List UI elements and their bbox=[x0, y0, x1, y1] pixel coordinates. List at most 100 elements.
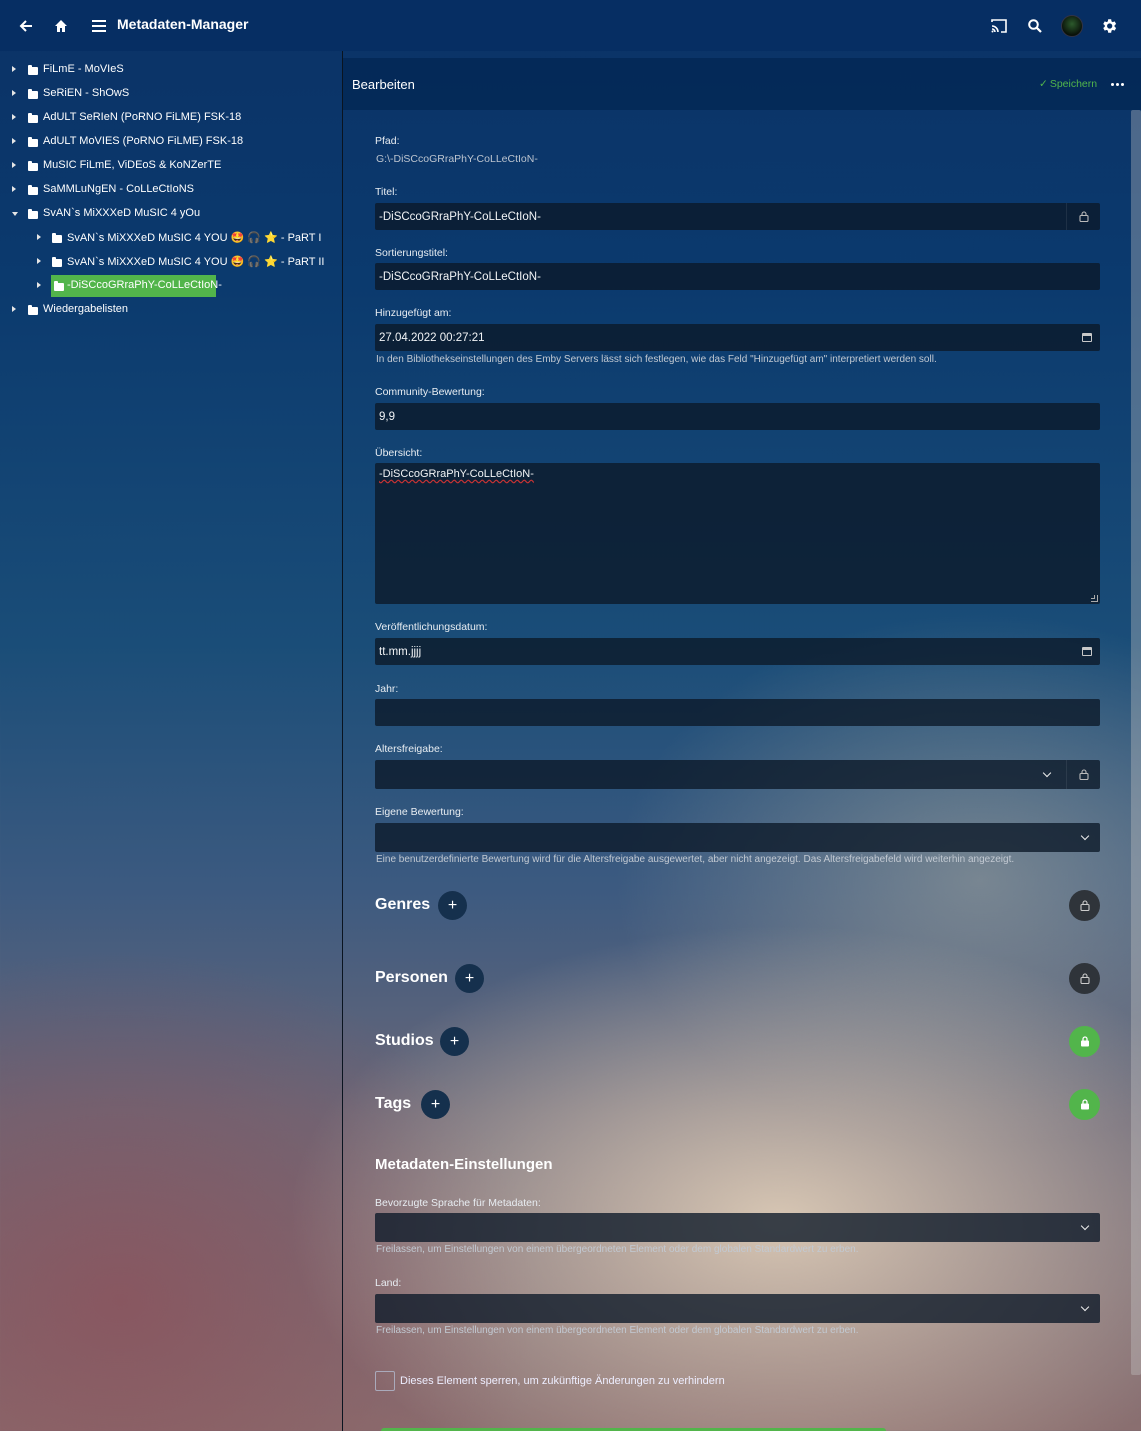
save-button[interactable]: ✓ Speichern bbox=[1039, 78, 1097, 90]
folder-icon bbox=[28, 65, 38, 75]
folder-icon bbox=[28, 89, 38, 99]
overview-textarea[interactable]: -DiSCcoGRraPhY-CoLLeCtIoN- bbox=[375, 463, 1100, 604]
parental-rating-select[interactable] bbox=[375, 760, 1100, 789]
tree-item-series[interactable]: SeRiEN - ShOwS bbox=[0, 83, 340, 105]
home-icon[interactable] bbox=[43, 8, 79, 44]
expand-arrow-icon[interactable] bbox=[37, 258, 41, 264]
custom-rating-hint: Eine benutzerdefinierte Bewertung wird f… bbox=[376, 854, 1015, 865]
folder-icon bbox=[52, 257, 62, 267]
tags-title: Tags bbox=[375, 1095, 412, 1112]
tree-item-discography[interactable]: -DiSCcoGRraPhY-CoLLeCtIoN- bbox=[0, 275, 340, 297]
community-rating-input[interactable]: 9,9 bbox=[375, 403, 1100, 430]
cast-icon[interactable] bbox=[981, 8, 1017, 44]
folder-icon bbox=[28, 137, 38, 147]
expand-arrow-icon[interactable] bbox=[12, 114, 16, 120]
lock-item-checkbox[interactable] bbox=[375, 1371, 395, 1391]
overview-label: Übersicht: bbox=[375, 447, 423, 459]
language-select[interactable] bbox=[375, 1213, 1100, 1242]
folder-icon bbox=[28, 305, 38, 315]
lock-closed-icon bbox=[1080, 1099, 1089, 1110]
lock-open-icon bbox=[1079, 900, 1090, 911]
lock-open-icon bbox=[1078, 769, 1089, 780]
expand-arrow-icon[interactable] bbox=[12, 306, 16, 312]
search-icon[interactable] bbox=[1017, 8, 1053, 44]
chevron-down-icon bbox=[1080, 1221, 1090, 1230]
app-title: Metadaten-Manager bbox=[117, 16, 249, 32]
date-added-input[interactable]: 27.04.2022 00:27:21 bbox=[375, 324, 1100, 351]
people-title: Personen bbox=[375, 969, 448, 986]
metadata-settings-heading: Metadaten-Einstellungen bbox=[375, 1156, 553, 1173]
menu-icon[interactable] bbox=[81, 8, 117, 44]
more-options-icon[interactable] bbox=[1109, 74, 1125, 94]
arrow-back-icon[interactable] bbox=[8, 8, 44, 44]
date-added-label: Hinzugefügt am: bbox=[375, 307, 452, 319]
tree-item-collections[interactable]: SaMMLuNgEN - CoLLeCtIoNS bbox=[0, 179, 340, 201]
studios-lock-button[interactable] bbox=[1069, 1026, 1100, 1057]
save-button-label: Speichern bbox=[1049, 78, 1098, 90]
language-hint: Freilassen, um Einstellungen von einem ü… bbox=[376, 1244, 859, 1255]
sort-title-input[interactable]: -DiSCcoGRraPhY-CoLLeCtIoN- bbox=[375, 263, 1100, 290]
folder-icon bbox=[28, 209, 38, 219]
gear-icon[interactable] bbox=[1091, 8, 1127, 44]
people-lock-button[interactable] bbox=[1069, 963, 1100, 994]
studios-title: Studios bbox=[375, 1032, 434, 1049]
tree-item-mixed-music-part-2[interactable]: SvAN`s MiXXXeD MuSIC 4 YOU 🤩 🎧 ⭐ - PaRT … bbox=[0, 251, 340, 273]
country-hint: Freilassen, um Einstellungen von einem ü… bbox=[376, 1325, 859, 1336]
expand-arrow-icon[interactable] bbox=[12, 66, 16, 72]
top-bar: Metadaten-Manager bbox=[0, 0, 1141, 51]
tags-lock-button[interactable] bbox=[1069, 1089, 1100, 1120]
user-avatar[interactable] bbox=[1054, 8, 1090, 44]
expand-arrow-icon[interactable] bbox=[37, 234, 41, 240]
sort-title-label: Sortierungstitel: bbox=[375, 247, 448, 259]
folder-icon bbox=[28, 185, 38, 195]
folder-icon bbox=[28, 161, 38, 171]
tree-item-movies[interactable]: FiLmE - MoVIeS bbox=[0, 59, 340, 81]
collapse-arrow-icon[interactable] bbox=[12, 212, 18, 216]
lock-open-icon bbox=[1079, 973, 1090, 984]
expand-arrow-icon[interactable] bbox=[37, 282, 41, 288]
tree-item-adult-movies[interactable]: AdULT MoVIES (PoRNO FiLME) FSK-18 bbox=[0, 131, 340, 153]
expand-arrow-icon[interactable] bbox=[12, 138, 16, 144]
expand-arrow-icon[interactable] bbox=[12, 186, 16, 192]
add-tag-button[interactable]: + bbox=[421, 1090, 450, 1119]
tree-item-mixed-music[interactable]: SvAN`s MiXXXeD MuSIC 4 yOu bbox=[0, 203, 340, 225]
release-date-input[interactable]: tt.mm.jjjj bbox=[375, 638, 1100, 665]
check-icon: ✓ bbox=[1039, 78, 1048, 90]
genres-lock-button[interactable] bbox=[1069, 890, 1100, 921]
add-person-button[interactable]: + bbox=[455, 964, 484, 993]
expand-arrow-icon[interactable] bbox=[12, 90, 16, 96]
country-select[interactable] bbox=[375, 1294, 1100, 1323]
folder-icon bbox=[28, 113, 38, 123]
avatar bbox=[1061, 15, 1083, 37]
chevron-down-icon bbox=[1042, 768, 1052, 777]
lock-open-icon bbox=[1078, 211, 1089, 222]
lock-item-label: Dieses Element sperren, um zukünftige Än… bbox=[400, 1375, 725, 1387]
community-rating-label: Community-Bewertung: bbox=[375, 386, 485, 398]
custom-rating-select[interactable] bbox=[375, 823, 1100, 852]
expand-arrow-icon[interactable] bbox=[12, 162, 16, 168]
tree-item-music[interactable]: MuSIC FiLmE, ViDEoS & KoNZerTE bbox=[0, 155, 340, 177]
panel-divider bbox=[342, 51, 343, 1431]
title-input[interactable]: -DiSCcoGRraPhY-CoLLeCtIoN- bbox=[375, 203, 1100, 230]
path-value: G:\-DiSCcoGRraPhY-CoLLeCtIoN- bbox=[376, 153, 538, 165]
chevron-down-icon bbox=[1080, 1302, 1090, 1311]
tree-item-playlists[interactable]: Wiedergabelisten bbox=[0, 299, 340, 321]
calendar-icon[interactable] bbox=[1082, 333, 1092, 342]
panel-title: Bearbeiten bbox=[352, 77, 415, 92]
add-genre-button[interactable]: + bbox=[438, 891, 467, 920]
tree-item-adult-series[interactable]: AdULT SeRIeN (PoRNO FiLME) FSK-18 bbox=[0, 107, 340, 129]
folder-icon bbox=[52, 233, 62, 243]
resize-handle[interactable] bbox=[1091, 595, 1098, 602]
add-studio-button[interactable]: + bbox=[440, 1027, 469, 1056]
tree-item-mixed-music-part-1[interactable]: SvAN`s MiXXXeD MuSIC 4 YOU 🤩 🎧 ⭐ - PaRT … bbox=[0, 227, 340, 249]
calendar-icon[interactable] bbox=[1082, 647, 1092, 656]
release-date-label: Veröffentlichungsdatum: bbox=[375, 621, 488, 633]
library-tree: FiLmE - MoVIeS SeRiEN - ShOwS AdULT SeRI… bbox=[0, 51, 342, 1431]
path-label: Pfad: bbox=[375, 135, 400, 147]
edit-panel-header: Bearbeiten ✓ Speichern bbox=[343, 58, 1141, 110]
date-added-hint: In den Bibliothekseinstellungen des Emby… bbox=[376, 354, 937, 365]
parental-rating-lock-button[interactable] bbox=[1066, 760, 1100, 789]
scrollbar[interactable] bbox=[1131, 110, 1141, 1375]
year-input[interactable] bbox=[375, 699, 1100, 726]
title-lock-button[interactable] bbox=[1066, 203, 1100, 230]
